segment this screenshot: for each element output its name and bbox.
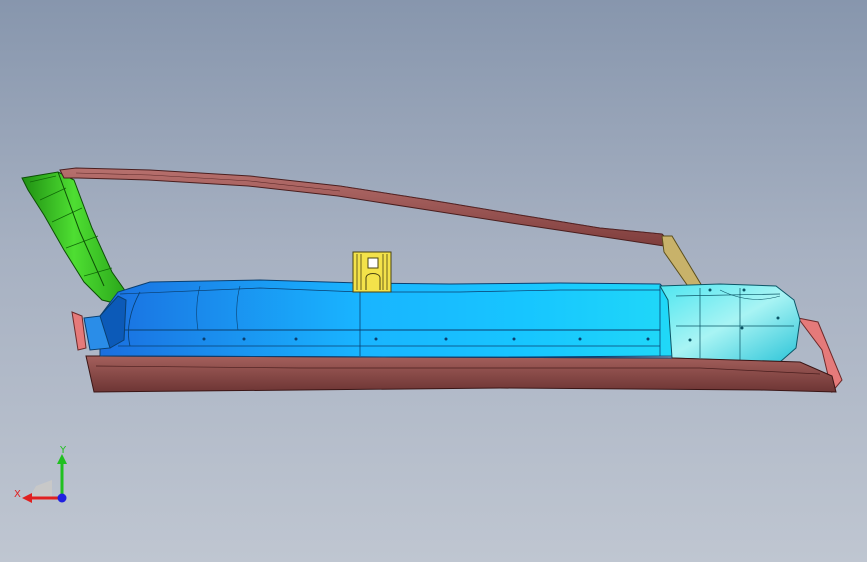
car-door-model[interactable] — [0, 0, 867, 562]
cad-viewport[interactable]: Y X — [0, 0, 867, 562]
z-axis-dot — [57, 493, 67, 503]
rocker-sill[interactable] — [85, 355, 837, 393]
a-pillar[interactable] — [21, 171, 127, 305]
x-axis-arrow — [22, 493, 32, 503]
latch-bracket[interactable] — [352, 251, 392, 293]
axis-triad: Y X — [14, 445, 67, 503]
roof-rail[interactable] — [59, 167, 669, 247]
y-axis-label: Y — [59, 445, 67, 456]
c-pillar-bracket[interactable] — [661, 235, 703, 293]
x-axis-label: X — [14, 489, 21, 500]
rear-panel[interactable] — [659, 283, 801, 363]
